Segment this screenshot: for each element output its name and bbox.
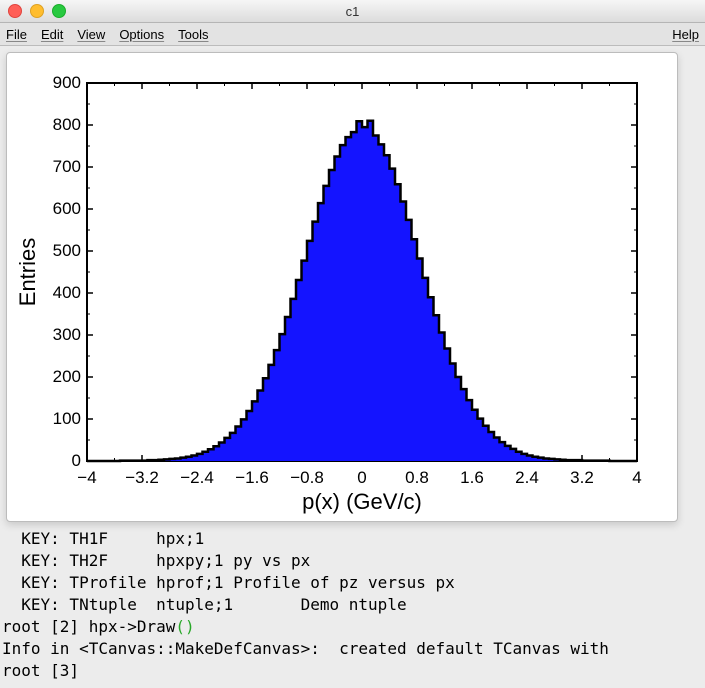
ytick-label: 200 [53, 367, 81, 386]
menubar: File Edit View Options Tools Help [0, 23, 705, 46]
close-icon[interactable] [8, 4, 22, 18]
ytick-label: 900 [53, 73, 81, 92]
histogram-chart: 0 100 200 300 400 500 600 700 800 900 −4 −3.2 −2.4 −1… [7, 53, 677, 521]
ytick-label: 100 [53, 409, 81, 428]
zoom-icon[interactable] [52, 4, 66, 18]
root-canvas[interactable]: 0 100 200 300 400 500 600 700 800 900 −4 −3.2 −2.4 −1… [6, 52, 678, 522]
minimize-icon[interactable] [30, 4, 44, 18]
xtick-label: −1.6 [235, 468, 269, 487]
menu-options[interactable]: Options [119, 27, 164, 42]
xtick-label: −3.2 [125, 468, 159, 487]
menu-file[interactable]: File [6, 27, 27, 42]
ylabel: Entries [15, 238, 40, 306]
xtick-label: −4 [77, 468, 96, 487]
window-title: c1 [346, 4, 360, 19]
terminal-line: Info in <TCanvas::MakeDefCanvas>: create… [2, 638, 703, 660]
menu-help[interactable]: Help [672, 27, 699, 42]
menu-tools[interactable]: Tools [178, 27, 208, 42]
terminal-line: KEY: TH1F hpx;1 [2, 528, 703, 550]
draw-paren: () [175, 617, 194, 636]
ytick-label: 800 [53, 115, 81, 134]
ytick-label: 600 [53, 199, 81, 218]
ytick-label: 300 [53, 325, 81, 344]
xtick-label: −0.8 [290, 468, 324, 487]
terminal-line: root [2] hpx->Draw() [2, 616, 703, 638]
xtick-label: 3.2 [570, 468, 594, 487]
xtick-label: 0.8 [405, 468, 429, 487]
window-titlebar: c1 [0, 0, 705, 23]
window-controls [8, 4, 66, 18]
terminal-line: KEY: TNtuple ntuple;1 Demo ntuple [2, 594, 703, 616]
xtick-label: 4 [632, 468, 641, 487]
ytick-label: 700 [53, 157, 81, 176]
xtick-label: 0 [357, 468, 366, 487]
xtick-label: −2.4 [180, 468, 214, 487]
terminal-line: root [3] [2, 660, 703, 682]
xtick-label: 2.4 [515, 468, 539, 487]
menu-view[interactable]: View [77, 27, 105, 42]
xlabel: p(x) (GeV/c) [302, 489, 422, 514]
menu-edit[interactable]: Edit [41, 27, 63, 42]
histogram-fill [87, 121, 637, 461]
terminal-line: KEY: TH2F hpxpy;1 py vs px [2, 550, 703, 572]
terminal-output: KEY: TH1F hpx;1 KEY: TH2F hpxpy;1 py vs … [2, 528, 703, 682]
terminal-line: KEY: TProfile hprof;1 Profile of pz vers… [2, 572, 703, 594]
ytick-label: 400 [53, 283, 81, 302]
xtick-label: 1.6 [460, 468, 484, 487]
ytick-label: 500 [53, 241, 81, 260]
